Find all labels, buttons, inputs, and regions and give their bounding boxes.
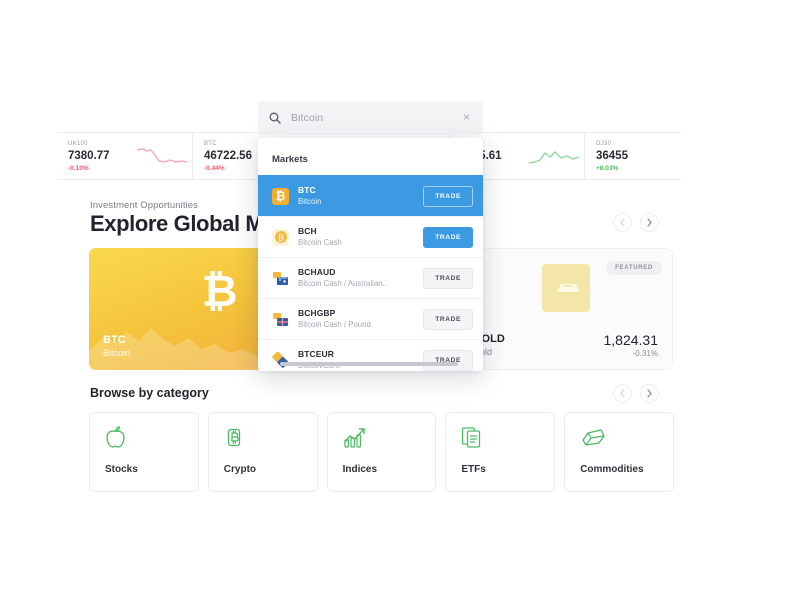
dropdown-horizontal-scrollbar[interactable] [280,362,458,366]
card-change: -0.31% [632,349,658,358]
bitcoin-symbol-icon: ₿ [201,267,238,316]
sparkline-up-icon [528,151,580,164]
result-symbol: BCHGBP [298,308,336,318]
gold-bar-outline-icon [580,426,673,450]
section-eyebrow: Investment Opportunities [90,200,199,211]
bch-gbp-icon [272,311,289,328]
featured-card-gold[interactable]: FEATURED GOLD Gold 1,824.31 -0.31% [458,248,673,370]
result-symbol: BTC [298,185,316,195]
ticker-price: 36455 [596,149,628,162]
search-input[interactable]: Bitcoin [281,112,461,124]
bitcoin-icon: ₿ [272,187,289,205]
featured-card-footer: GOLD Gold 1,824.31 -0.31% [459,332,672,359]
app-screen: UK100 7380.77 -0.10% BTC 46722.56 -0.44%… [0,0,800,600]
search-box[interactable]: Bitcoin × [258,101,483,135]
carousel-prev-button[interactable] [613,384,632,403]
sparkline-down-icon [136,148,188,163]
result-row-btceur[interactable]: BTCEUR Bitcoin/Euro TRADE [258,339,483,371]
category-label: Crypto [223,464,257,475]
category-card-commodities[interactable]: Commodities [564,412,674,492]
bitcoin-outline-icon [224,426,317,450]
bch-aud-icon [272,270,289,287]
categories-carousel-controls [613,384,659,403]
trade-button[interactable]: TRADE [423,308,473,330]
ticker-price: 7380.77 [68,149,110,162]
carousel-next-button[interactable] [640,213,659,232]
category-label: ETFs [461,464,486,475]
trade-button[interactable]: TRADE [423,185,473,207]
category-card-list: Stocks Crypto Indices ETFs Commodities [89,412,674,492]
markets-carousel-controls [613,213,659,232]
result-row-bch[interactable]: ₿ BCH Bitcoin Cash TRADE [258,216,483,257]
ticker-change: +0.03% [596,164,619,172]
trade-button[interactable]: TRADE [423,349,473,371]
carousel-next-button[interactable] [640,384,659,403]
result-name: Bitcoin [298,197,322,206]
documents-icon [461,426,554,450]
result-symbol: BCH [298,226,317,236]
ticker-item-uk100[interactable]: UK100 7380.77 -0.10% [57,133,192,179]
section-title-categories: Browse by category [90,386,209,400]
result-symbol: BCHAUD [298,267,336,277]
svg-text:₿: ₿ [278,233,284,242]
bitcoin-cash-icon: ₿ [272,228,289,246]
result-name: Bitcoin Cash [298,238,342,247]
category-card-etfs[interactable]: ETFs [445,412,556,492]
clear-search-icon[interactable]: × [461,109,472,127]
apple-icon [105,426,198,450]
results-group-header: Markets [272,154,308,165]
ticker-symbol: DJ30 [596,140,612,147]
card-price: 1,824.31 [603,332,659,348]
gold-bar-icon [541,264,590,312]
result-name: Bitcoin Cash / Pound [298,320,371,329]
result-symbol: BTCEUR [298,349,335,359]
category-card-stocks[interactable]: Stocks [89,412,199,492]
ticker-symbol: BTC [204,140,217,147]
carousel-prev-button[interactable] [613,213,632,232]
result-row-bchgbp[interactable]: BCHGBP Bitcoin Cash / Pound TRADE [258,298,483,339]
trade-button[interactable]: TRADE [423,226,473,248]
result-row-btc[interactable]: ₿ BTC Bitcoin TRADE [258,175,483,216]
ticker-item-dj30[interactable]: DJ30 36455 +0.03% [584,133,660,179]
card-symbol: BTC [103,334,126,346]
category-card-crypto[interactable]: Crypto [207,412,318,492]
ticker-price: 46722.56 [204,149,252,162]
category-label: Commodities [580,464,644,475]
result-name: Bitcoin Cash / Australian.. [298,279,387,288]
result-row-bchaud[interactable]: BCHAUD Bitcoin Cash / Australian.. TRADE [258,257,483,298]
ticker-change: -0.44% [204,164,225,172]
search-results-dropdown: Markets ₿ BTC Bitcoin TRADE ₿ BCH Bitcoi… [258,138,483,371]
bar-chart-up-icon [343,426,436,450]
ticker-symbol: UK100 [68,140,88,147]
ticker-change: -0.10% [68,164,89,172]
category-card-indices[interactable]: Indices [326,412,437,492]
card-name: Bitcoin [103,348,131,358]
category-label: Stocks [105,464,138,475]
category-label: Indices [342,464,378,475]
trade-button[interactable]: TRADE [423,267,473,289]
search-icon [269,112,281,124]
featured-badge: FEATURED [606,261,662,275]
